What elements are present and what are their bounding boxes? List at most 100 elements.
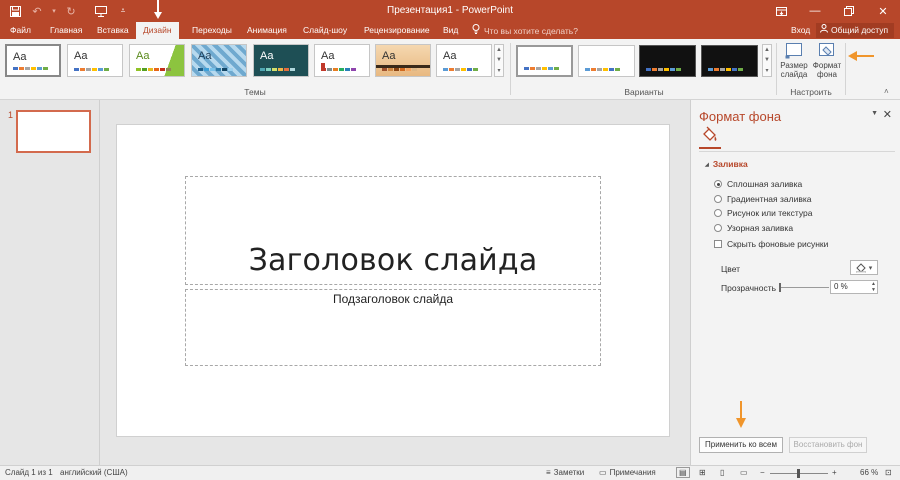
radio-solid-fill[interactable]: Сплошная заливка [714,179,802,189]
slide[interactable]: Заголовок слайда Подзаголовок слайда [116,124,670,437]
tab-file[interactable]: Файл [3,22,38,39]
theme-sample-text: Aa [321,50,335,62]
fit-to-window-icon[interactable]: ⊡ [885,468,892,477]
chevron-down-icon[interactable]: ▼ [764,57,770,63]
theme-teal-dark[interactable]: Aa [253,44,309,77]
slide-thumbnails-pane: 1 [0,100,100,465]
comments-label: Примечания [609,468,656,477]
sign-in-link[interactable]: Вход [791,22,810,39]
chevron-up-icon[interactable]: ▲ [496,47,502,53]
notes-button[interactable]: ≡ Заметки [546,468,584,477]
fill-section-header[interactable]: Заливка [705,159,748,169]
slideshow-view-icon[interactable]: ▭ [740,468,748,477]
chevron-down-icon[interactable]: ▼ [496,57,502,63]
chevron-up-icon[interactable]: ▲ [764,47,770,53]
theme-plain[interactable]: Aa [436,44,492,77]
radio-dot[interactable] [714,224,722,232]
zoom-out-icon[interactable]: − [760,468,765,477]
close-icon[interactable]: ✕ [883,108,892,121]
pane-title: Формат фона [699,109,782,124]
radio-gradient-fill[interactable]: Градиентная заливка [714,194,811,204]
slide-size-button[interactable]: Размер слайда [777,41,811,87]
tab-transitions[interactable]: Переходы [185,22,239,39]
slide-editor-canvas: Заголовок слайда Подзаголовок слайда [101,100,689,465]
theme-wood[interactable]: Aa [375,44,431,77]
ribbon-display-options-icon[interactable] [764,0,798,22]
radio-dot[interactable] [714,195,722,203]
comment-icon: ▭ [599,468,607,477]
subtitle-placeholder[interactable]: Подзаголовок слайда [185,289,601,366]
group-divider [845,43,846,95]
tab-review[interactable]: Рецензирование [357,22,437,39]
radio-pattern-fill[interactable]: Узорная заливка [714,223,793,233]
theme-pattern[interactable]: Aa [191,44,247,77]
slide-sorter-icon[interactable]: ⊞ [699,468,706,477]
zoom-in-icon[interactable]: + [832,468,837,477]
notes-icon: ≡ [546,468,551,477]
group-divider [510,43,511,95]
close-icon[interactable]: ✕ [866,0,900,22]
annotation-arrow-down-icon [154,0,162,19]
spinner-icon[interactable]: ▲ ▼ [871,281,876,293]
slide-number: 1 [8,110,14,120]
tell-me-placeholder: Что вы хотите сделать? [484,25,578,36]
variant-4[interactable] [701,45,758,77]
language-indicator[interactable]: английский (США) [60,468,128,477]
format-background-button[interactable]: Формат фона [810,41,844,87]
slide-thumbnail[interactable] [16,110,91,153]
tab-slideshow[interactable]: Слайд-шоу [296,22,354,39]
format-background-icon [819,43,834,56]
normal-view-icon[interactable]: ▤ [676,467,690,478]
radio-dot[interactable] [714,209,722,217]
variant-3[interactable] [639,45,696,77]
tab-home[interactable]: Главная [43,22,89,39]
variant-2[interactable] [578,45,635,77]
theme-office-2[interactable]: Aa [67,44,123,77]
theme-sample-text: Aa [443,50,457,62]
slide-subtitle: Подзаголовок слайда [332,292,454,306]
tab-insert[interactable]: Вставка [90,22,136,39]
tab-design[interactable]: Дизайн [136,22,179,40]
gallery-more-icon[interactable]: ▾ [497,67,500,74]
theme-sample-text: Aa [260,50,274,62]
variants-gallery-scroll[interactable]: ▲ ▼ ▾ [762,44,772,77]
reset-background-button[interactable]: Восстановить фон [789,437,867,453]
share-button[interactable]: Общий доступ [816,23,895,38]
themes-gallery-scroll[interactable]: ▲ ▼ ▾ [494,44,504,77]
title-placeholder[interactable]: Заголовок слайда [185,176,601,285]
gallery-more-icon[interactable]: ▾ [765,67,768,74]
theme-office[interactable]: Aa [5,44,61,77]
zoom-level[interactable]: 66 % [860,468,878,477]
slide-counter: Слайд 1 из 1 [5,468,53,477]
collapse-ribbon-icon[interactable]: ˄ [884,87,889,96]
ribbon-design: Aa Aa Aa Aa Aa Aa Aa Aa ▲ ▼ ▾ Темы ▲ ▼ ▾… [0,39,900,100]
apply-to-all-button[interactable]: Применить ко всем [699,437,783,453]
annotation-arrow-down-icon [736,401,746,428]
tab-animations[interactable]: Анимация [240,22,294,39]
tell-me-search[interactable]: Что вы хотите сделать? [472,22,578,39]
color-picker-button[interactable]: ▾ [850,260,878,275]
radio-dot[interactable] [714,180,722,188]
slide-size-label: Размер слайда [780,61,808,79]
slide-title: Заголовок слайда [248,243,538,278]
theme-sample-text: Aa [13,51,27,63]
hide-background-checkbox[interactable]: Скрыть фоновые рисунки [714,239,828,249]
restore-icon[interactable] [832,0,866,22]
theme-facet[interactable]: Aa [129,44,185,77]
paint-bucket-icon[interactable] [701,126,719,144]
transparency-input[interactable]: 0 % ▲ ▼ [830,280,878,294]
theme-red-accent[interactable]: Aa [314,44,370,77]
reading-view-icon[interactable]: ▯ [720,468,724,477]
zoom-slider-thumb[interactable] [797,469,800,478]
comments-button[interactable]: ▭ Примечания [599,468,656,477]
transparency-slider-thumb[interactable] [779,283,781,292]
share-label: Общий доступ [831,25,889,35]
pane-options-icon[interactable]: ▼ [871,110,878,117]
checkbox-box[interactable] [714,240,722,248]
minimize-icon[interactable]: — [798,0,832,22]
variant-1[interactable] [516,45,573,77]
transparency-slider-track[interactable] [779,287,829,288]
radio-picture-fill[interactable]: Рисунок или текстура [714,208,812,218]
status-bar: Слайд 1 из 1 английский (США) ≡ Заметки … [0,465,900,480]
tab-view[interactable]: Вид [436,22,465,39]
